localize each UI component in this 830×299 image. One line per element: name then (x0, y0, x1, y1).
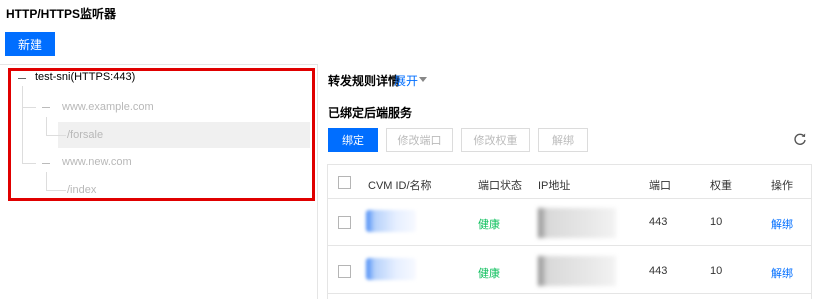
bound-backend-title: 已绑定后端服务 (328, 106, 413, 120)
tree-connector (46, 190, 66, 191)
tree-path-forsale[interactable]: /forsale (67, 125, 103, 145)
port-value: 443 (649, 216, 668, 228)
collapse-domain-icon[interactable] (42, 107, 50, 108)
weight-value: 10 (710, 216, 723, 228)
weight-value: 10 (710, 265, 723, 277)
row-divider (328, 198, 811, 199)
status-badge: 健康 (478, 268, 500, 280)
chevron-down-icon[interactable] (419, 77, 427, 82)
row-checkbox[interactable] (338, 216, 351, 229)
tree-connector (22, 163, 36, 164)
select-all-checkbox[interactable] (338, 176, 351, 189)
tree-path-index[interactable]: /index (67, 180, 96, 200)
tree-connector (46, 117, 47, 135)
tree-connector (46, 172, 47, 190)
ip-address-redacted (538, 208, 616, 238)
tree-connector (46, 135, 66, 136)
collapse-root-icon[interactable] (18, 78, 26, 79)
column-header-cvm: CVM ID/名称 (368, 180, 432, 192)
tree-domain-example[interactable]: www.example.com (62, 97, 154, 117)
unbind-button[interactable]: 解绑 (538, 128, 588, 152)
edit-port-button[interactable]: 修改端口 (386, 128, 453, 152)
rule-tree-panel (0, 64, 318, 299)
column-header-ip: IP地址 (538, 180, 571, 192)
ip-address-redacted (538, 256, 616, 286)
refresh-icon[interactable] (793, 132, 807, 146)
column-header-action: 操作 (771, 180, 793, 192)
tree-connector (22, 107, 36, 108)
column-header-weight: 权重 (710, 180, 732, 192)
tree-root-listener[interactable]: test-sni(HTTPS:443) (35, 67, 135, 87)
column-header-status: 端口状态 (478, 180, 522, 192)
expand-link[interactable]: 展开 (394, 72, 418, 89)
bind-button[interactable]: 绑定 (328, 128, 378, 152)
row-divider (328, 293, 811, 294)
cvm-id-redacted[interactable] (366, 210, 416, 232)
row-unbind-link[interactable]: 解绑 (771, 265, 793, 281)
port-value: 443 (649, 265, 668, 277)
edit-weight-button[interactable]: 修改权重 (461, 128, 530, 152)
row-checkbox[interactable] (338, 265, 351, 278)
listener-section-title: HTTP/HTTPS监听器 (6, 7, 116, 21)
new-listener-button[interactable]: 新建 (5, 32, 55, 56)
tree-domain-new[interactable]: www.new.com (62, 152, 132, 172)
collapse-domain-icon[interactable] (42, 163, 50, 164)
row-divider (328, 245, 811, 246)
backend-table: CVM ID/名称 端口状态 IP地址 端口 权重 操作 健康 443 10 解… (327, 164, 812, 299)
status-badge: 健康 (478, 219, 500, 231)
tree-connector (22, 86, 23, 164)
cvm-id-redacted[interactable] (366, 258, 416, 280)
column-header-port: 端口 (649, 180, 671, 192)
rule-detail-title: 转发规则详情 (328, 74, 401, 88)
row-unbind-link[interactable]: 解绑 (771, 216, 793, 232)
